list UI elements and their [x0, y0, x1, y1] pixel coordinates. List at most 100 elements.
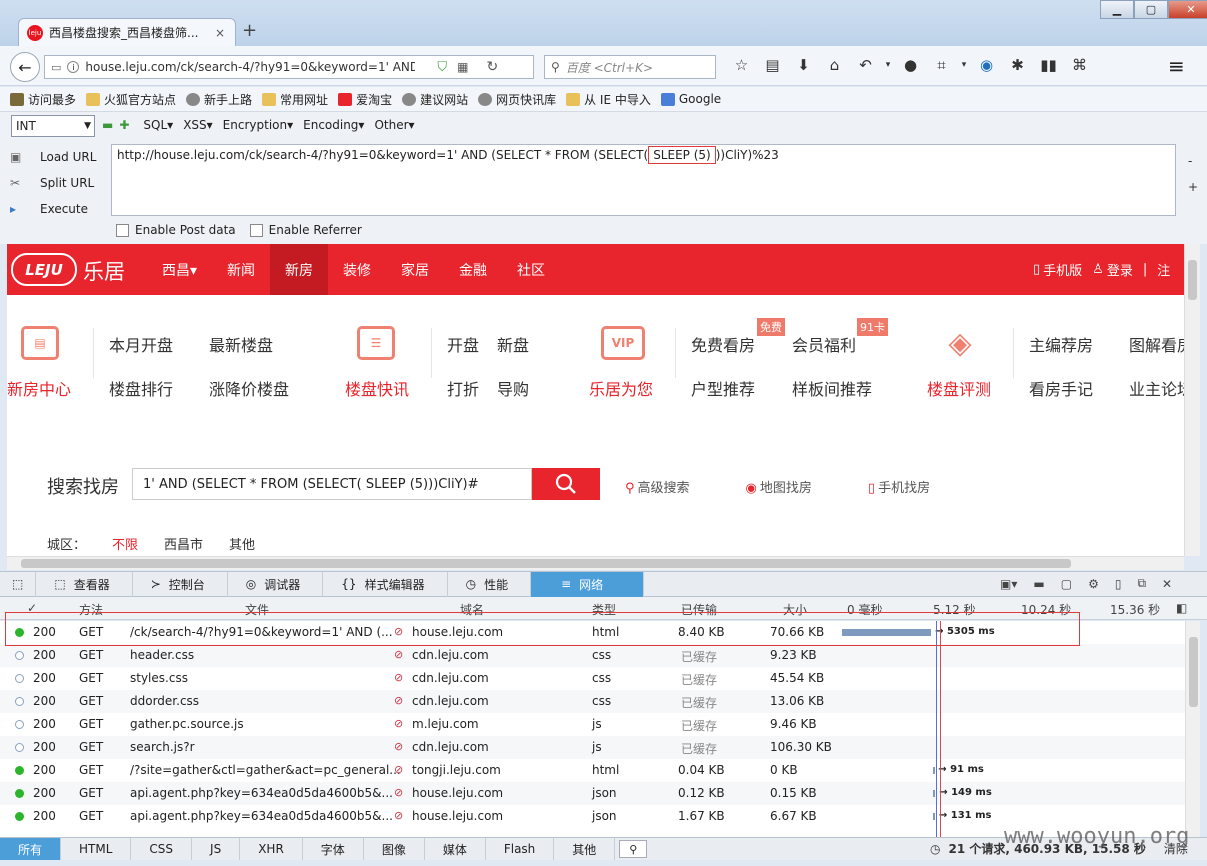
back-button[interactable]: ←	[10, 52, 40, 82]
sitemap-icon[interactable]: ⌘	[1064, 56, 1095, 74]
reload-icon[interactable]: ↻	[487, 59, 499, 75]
search-link[interactable]: ◉ 地图找房	[746, 477, 840, 496]
cat-news[interactable]: 楼盘快讯	[345, 376, 409, 400]
search-link[interactable]: ⚲ 高级搜索	[625, 477, 718, 496]
checkbox[interactable]	[249, 223, 263, 237]
download-icon[interactable]: ⬇	[788, 56, 819, 74]
chat-icon[interactable]: ●	[895, 56, 926, 74]
inspect-picker-button[interactable]: ⬚	[0, 571, 37, 597]
undock-icon[interactable]: ⧉	[1137, 576, 1146, 591]
footprint-icon[interactable]: ▮▮	[1033, 56, 1064, 74]
city-option[interactable]: 西昌市	[164, 534, 203, 553]
cat-month-open[interactable]: 本月开盘	[109, 332, 173, 356]
filter-button[interactable]: JS	[192, 838, 241, 860]
site-nav-item[interactable]: 西昌▾	[147, 244, 212, 295]
dock-side-icon[interactable]: ▯	[1115, 577, 1122, 591]
hackbar-type-select[interactable]: INT ▼	[11, 115, 95, 137]
devtools-tab[interactable]: ◎ 调试器	[228, 571, 324, 597]
filter-button[interactable]: Flash	[486, 838, 555, 860]
hackbar-menu-item[interactable]: SQL▾	[143, 118, 173, 132]
info-icon[interactable]: i	[67, 61, 80, 73]
site-nav-item[interactable]: 金融	[444, 244, 502, 295]
cat-member-benefits[interactable]: 会员福利	[792, 332, 856, 356]
table-row[interactable]: 200 GET styles.css ⊘ cdn.leju.com css 已缓存 45.54…	[0, 667, 1185, 690]
table-row[interactable]: 200 GET api.agent.php?key=634ea0d5da4600b5…	[0, 782, 1185, 805]
site-search-input[interactable]: 1' AND (SELECT * FROM (SELECT( SLEEP (5)…	[132, 468, 532, 500]
cat-discount[interactable]: 打折	[447, 376, 479, 400]
cat-illustrated[interactable]: 图解看房	[1129, 332, 1184, 356]
hackbar-menu-item[interactable]: XSS▾	[183, 118, 212, 132]
load-url-button[interactable]: ▣ Load URL	[10, 144, 96, 170]
filter-button[interactable]: HTML	[61, 838, 132, 860]
filter-button[interactable]: 所有	[0, 838, 62, 860]
close-window-button[interactable]: ✕	[1168, 0, 1207, 19]
shield-icon[interactable]: ⛉	[437, 60, 447, 75]
menu-icon[interactable]: ≡	[1168, 54, 1185, 78]
page-horizontal-scrollbar[interactable]	[7, 556, 1184, 570]
cat-price-change[interactable]: 涨降价楼盘	[209, 376, 289, 400]
url-bar[interactable]: ▭ i house.leju.com/ck/search-4/?hy91=0&k…	[44, 55, 534, 79]
undo-icon[interactable]: ↶	[850, 56, 881, 74]
payload-textarea[interactable]: http://house.leju.com/ck/search-4/?hy91=…	[111, 144, 1176, 216]
table-row[interactable]: 200 GET header.css ⊘ cdn.leju.com css 已缓存 9.23 …	[0, 644, 1185, 667]
tab-close-icon[interactable]: ×	[215, 26, 225, 40]
extension-icon[interactable]: ◉	[971, 56, 1002, 74]
bookmark-item[interactable]: 建议网站	[402, 91, 468, 108]
split-console-icon[interactable]: ▣▾	[1000, 577, 1017, 591]
devtools-tab[interactable]: ≡ 网络	[531, 571, 645, 597]
filter-button[interactable]: 其他	[554, 838, 616, 860]
login-link[interactable]: 登录	[1107, 260, 1133, 279]
scroll-thumb[interactable]	[1189, 637, 1198, 707]
hackbar-menu-item[interactable]: Other▾	[374, 118, 414, 132]
dropdown-icon[interactable]: ▾	[881, 60, 895, 70]
city-option[interactable]: 不限	[112, 534, 138, 553]
dropdown-icon[interactable]: ▾	[957, 60, 971, 70]
filter-button[interactable]: 媒体	[425, 838, 486, 860]
screenshot-icon[interactable]: ▢	[1061, 577, 1072, 591]
search-box[interactable]: ⚲ 百度 <Ctrl+K>	[544, 55, 716, 79]
devtools-tab[interactable]: {} 样式编辑器	[323, 571, 448, 597]
site-nav-item[interactable]: 新房	[270, 244, 329, 295]
expand-button[interactable]: +	[1188, 174, 1198, 200]
cat-free-tour[interactable]: 免费看房	[691, 332, 755, 356]
maximize-button[interactable]: ▢	[1134, 0, 1168, 19]
hackbar-menu-item[interactable]: Encoding▾	[303, 118, 364, 132]
scroll-thumb[interactable]	[1188, 260, 1197, 300]
cat-guide[interactable]: 导购	[497, 376, 529, 400]
mobile-link[interactable]: 手机版	[1043, 260, 1082, 279]
bug-icon[interactable]: ✱	[1002, 56, 1033, 74]
filter-search-input[interactable]: ⚲	[619, 840, 648, 858]
enable-post-checkbox[interactable]: Enable Post data	[116, 223, 236, 237]
settings-icon[interactable]: ⚙	[1088, 577, 1099, 591]
bookmark-item[interactable]: 爱淘宝	[338, 91, 392, 108]
home-icon[interactable]: ⌂	[819, 56, 850, 74]
url-text[interactable]: house.leju.com/ck/search-4/?hy91=0&keywo…	[85, 60, 415, 74]
plus-icon[interactable]: ✚	[119, 118, 129, 132]
cat-ranking[interactable]: 楼盘排行	[109, 376, 173, 400]
page-vertical-scrollbar[interactable]	[1184, 244, 1200, 556]
cat-forum[interactable]: 业主论坛	[1129, 376, 1184, 400]
cat-new-house-center[interactable]: 新房中心	[7, 376, 71, 400]
table-row[interactable]: 200 GET gather.pc.source.js ⊘ m.leju.com js 已缓…	[0, 713, 1185, 736]
bookmark-item[interactable]: 新手上路	[186, 91, 252, 108]
cat-open[interactable]: 开盘	[447, 332, 479, 356]
shrink-button[interactable]: -	[1188, 148, 1198, 174]
devtools-tab[interactable]: ⬚ 查看器	[36, 571, 133, 597]
cat-showroom[interactable]: 样板间推荐	[792, 376, 872, 400]
sidebar-toggle-icon[interactable]: ◧	[1176, 601, 1187, 615]
cat-review[interactable]: 楼盘评测	[927, 376, 991, 400]
filter-button[interactable]: 图像	[364, 838, 425, 860]
new-tab-button[interactable]: +	[242, 20, 257, 41]
bookmark-star-icon[interactable]: ☆	[726, 56, 757, 74]
table-row[interactable]: 200 GET ddorder.css ⊘ cdn.leju.com css 已缓存 13.0…	[0, 690, 1185, 713]
cat-layout[interactable]: 户型推荐	[691, 376, 755, 400]
cat-notes[interactable]: 看房手记	[1029, 376, 1093, 400]
execute-button[interactable]: ▸ Execute	[10, 196, 96, 222]
close-devtools-icon[interactable]: ✕	[1162, 577, 1172, 591]
checkbox[interactable]	[116, 223, 129, 237]
split-url-button[interactable]: ✂ Split URL	[10, 170, 96, 196]
filter-button[interactable]: CSS	[131, 838, 193, 860]
site-nav-item[interactable]: 装修	[328, 244, 386, 295]
city-option[interactable]: 其他	[229, 534, 255, 553]
qr-code-icon[interactable]: ▦	[457, 60, 468, 74]
